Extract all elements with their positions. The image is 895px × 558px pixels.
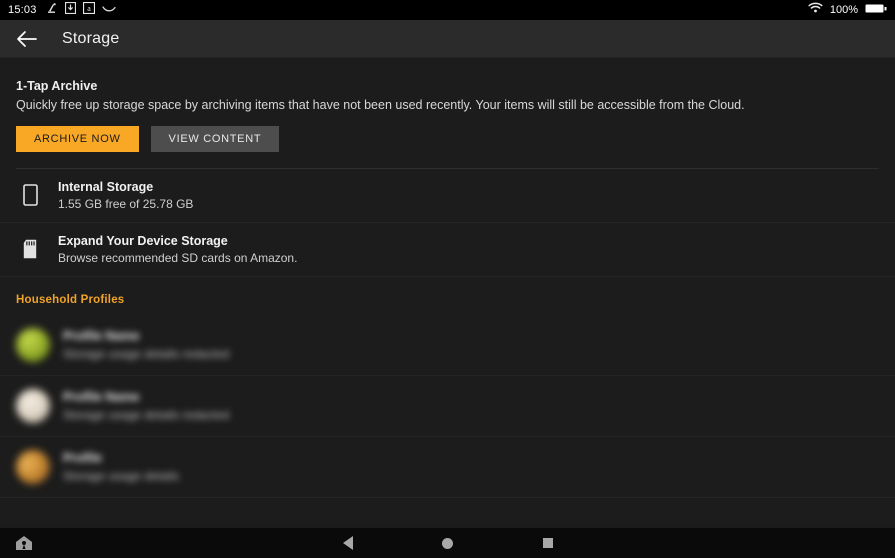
system-navigation-bar [0, 527, 895, 558]
list-item-profile[interactable]: Profile Name Storage usage details redac… [0, 376, 895, 437]
status-notification-icons: a [47, 1, 116, 19]
battery-icon [865, 1, 887, 19]
profile-name: Profile [63, 450, 102, 465]
recents-nav-button[interactable] [531, 530, 565, 556]
home-nav-button[interactable] [431, 530, 465, 556]
device-icon [16, 184, 44, 207]
view-content-button[interactable]: VIEW CONTENT [150, 125, 280, 152]
download-icon [64, 1, 76, 19]
avatar [16, 388, 50, 423]
app-toolbar: Storage [0, 20, 895, 58]
wifi-icon [808, 1, 823, 19]
tablet-screen: 15:03 a 100% Storage 1-Tap Archive Quick… [0, 0, 895, 558]
back-nav-button[interactable] [331, 530, 365, 556]
household-profiles-header: Household Profiles [16, 293, 125, 306]
archive-button-row: ARCHIVE NOW VIEW CONTENT [16, 125, 879, 152]
square-recents-icon [542, 538, 553, 548]
list-item-subtitle: 1.55 GB free of 25.78 GB [58, 196, 194, 211]
amazon-smile-icon [101, 1, 116, 19]
archive-description: Quickly free up storage space by archivi… [16, 98, 745, 112]
triangle-back-icon [342, 536, 353, 550]
svg-text:a: a [87, 4, 91, 13]
sd-card-icon [16, 239, 44, 259]
page-title: Storage [62, 29, 120, 47]
profile-subtitle: Storage usage details [63, 468, 180, 483]
row-text: Internal Storage 1.55 GB free of 25.78 G… [58, 180, 193, 211]
status-bar: 15:03 a 100% [0, 0, 895, 20]
avatar [16, 449, 50, 484]
battery-percent-label: 100% [829, 4, 858, 16]
status-system-icons: 100% [808, 1, 887, 19]
amazon-music-icon [47, 1, 58, 19]
profile-text: Profile Name Storage usage details redac… [63, 390, 229, 422]
status-clock: 15:03 [8, 4, 37, 16]
list-item-title: Expand Your Device Storage [58, 233, 228, 248]
one-tap-archive-section: 1-Tap Archive Quickly free up storage sp… [0, 59, 895, 169]
list-item-expand-storage[interactable]: Expand Your Device Storage Browse recomm… [0, 223, 895, 277]
profile-name: Profile Name [63, 328, 140, 343]
settings-content: 1-Tap Archive Quickly free up storage sp… [0, 59, 895, 528]
profile-name: Profile Name [63, 389, 140, 404]
profile-subtitle: Storage usage details redacted [63, 346, 230, 361]
list-item-internal-storage[interactable]: Internal Storage 1.55 GB free of 25.78 G… [0, 169, 895, 223]
back-button[interactable] [14, 26, 40, 52]
row-text: Expand Your Device Storage Browse recomm… [58, 234, 297, 265]
profile-text: Profile Name Storage usage details redac… [63, 329, 229, 361]
avatar [16, 327, 50, 362]
list-item-profile[interactable]: Profile Storage usage details [0, 437, 895, 498]
profile-subtitle: Storage usage details redacted [63, 407, 230, 422]
list-item-subtitle: Browse recommended SD cards on Amazon. [58, 250, 298, 265]
list-item-title: Internal Storage [58, 179, 154, 194]
list-item-profile[interactable]: Profile Name Storage usage details redac… [0, 315, 895, 376]
circle-home-icon [442, 537, 453, 549]
profile-text: Profile Storage usage details [63, 451, 179, 483]
archive-now-button[interactable]: ARCHIVE NOW [16, 125, 139, 152]
nav-center-group [0, 530, 895, 556]
amazon-app-icon: a [82, 1, 95, 19]
archive-title: 1-Tap Archive [16, 79, 98, 93]
